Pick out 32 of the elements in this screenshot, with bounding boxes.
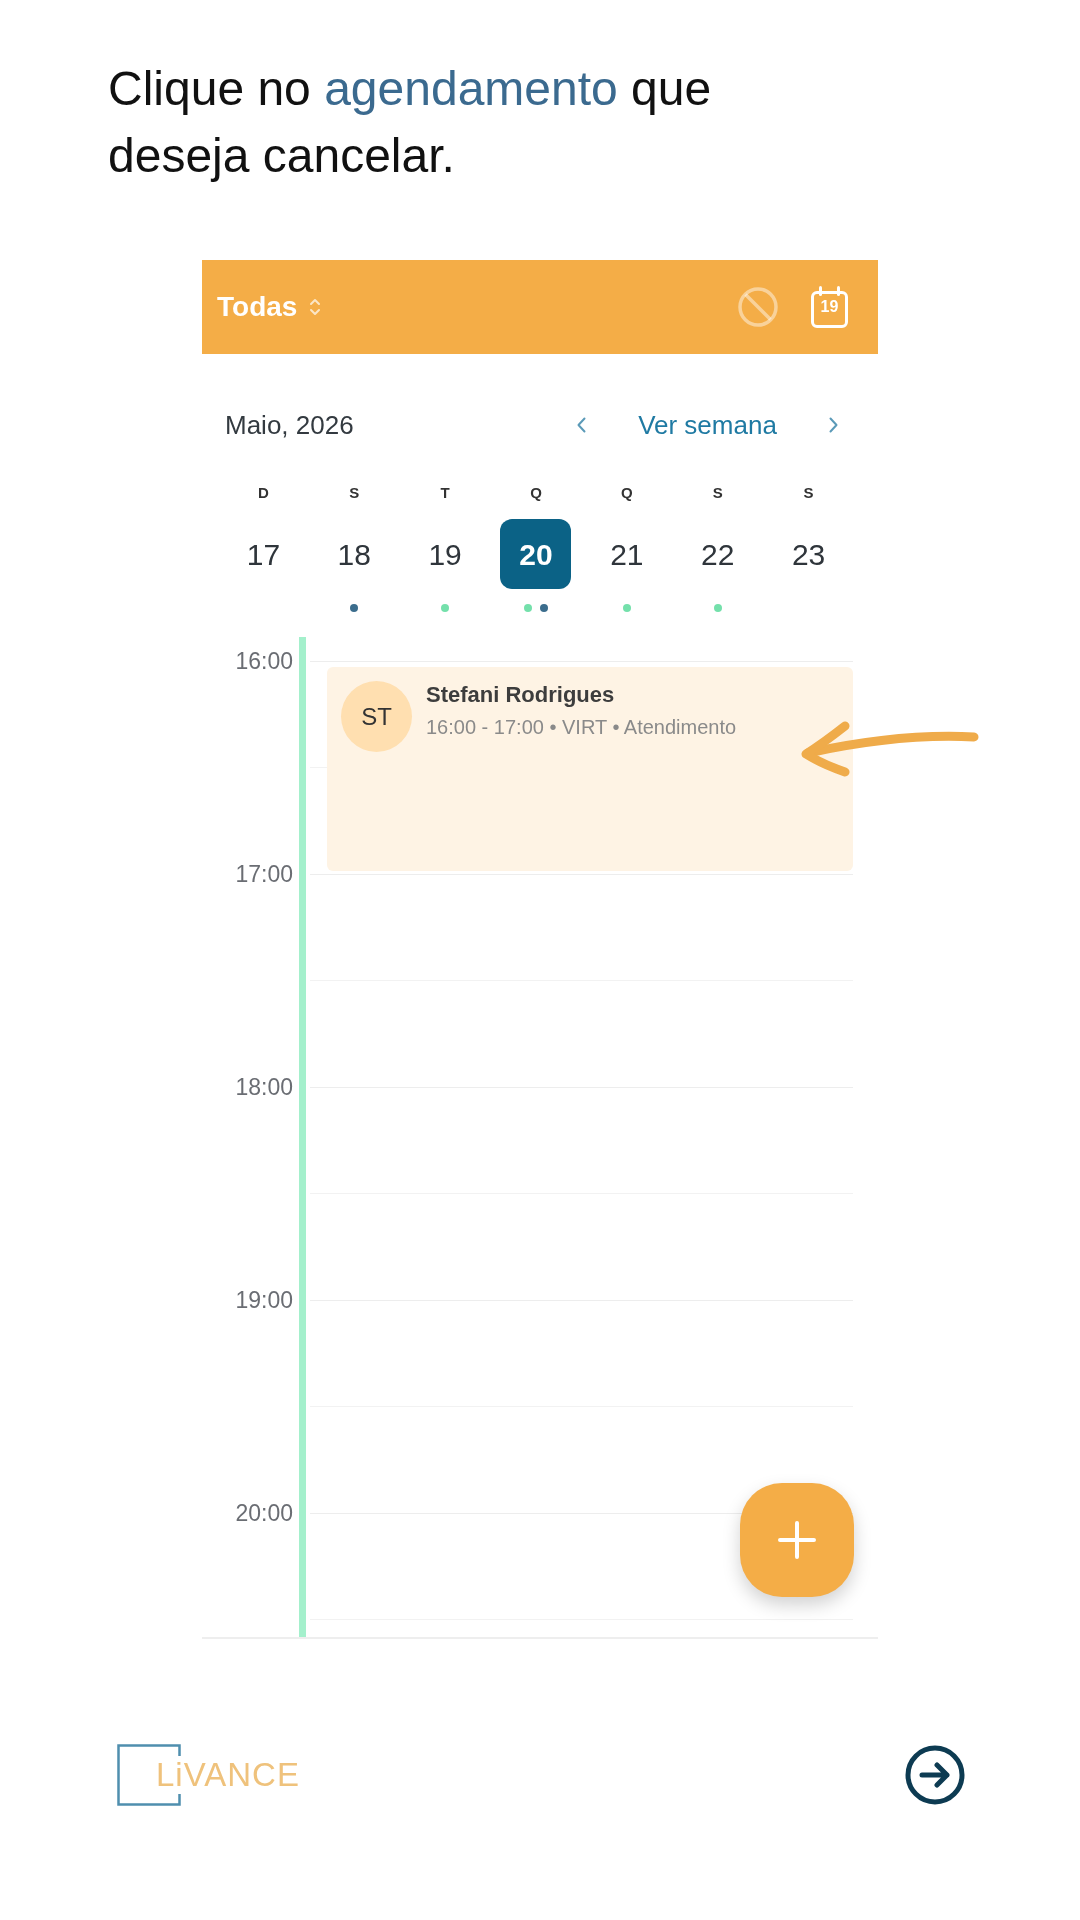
weekday-label: S	[712, 483, 723, 503]
hour-label: 17:00	[235, 862, 293, 886]
sort-icon	[309, 297, 322, 317]
weekday-label: D	[258, 483, 269, 503]
hour-label: 16:00	[235, 649, 293, 673]
instruction-text: Clique no agendamento que deseja cancelar.	[108, 61, 713, 184]
day-button[interactable]: 20	[500, 519, 572, 589]
avatar-initials: ST	[341, 681, 412, 752]
logo-text: LiVANCE	[156, 1755, 300, 1795]
day-button[interactable]: 19	[409, 519, 481, 589]
previous-chevron-icon[interactable]	[577, 417, 586, 433]
weekday-label: Q	[530, 483, 542, 503]
day-button[interactable]: 17	[227, 519, 299, 589]
weekday-label: T	[440, 483, 450, 503]
next-chevron-icon[interactable]	[829, 417, 838, 433]
view-week-link[interactable]: Ver semana	[638, 409, 777, 441]
hour-label: 20:00	[235, 1501, 293, 1525]
plus-icon	[778, 1521, 816, 1559]
appointment-card[interactable]: ST Stefani Rodrigues 16:00 - 17:00 • VIRT • Atendimento	[327, 667, 853, 871]
hour-label: 18:00	[235, 1075, 293, 1099]
month-label: Maio, 2026	[225, 409, 354, 441]
client-name: Stefani Rodrigues	[426, 681, 616, 709]
add-button[interactable]	[740, 1483, 854, 1597]
hour-label: 19:00	[235, 1288, 293, 1312]
day-button[interactable]: 21	[591, 519, 663, 589]
day-button[interactable]: 18	[318, 519, 390, 589]
weekday-label: S	[349, 483, 360, 503]
day-button[interactable]: 22	[682, 519, 754, 589]
weekday-label: Q	[621, 483, 633, 503]
day-button[interactable]: 23	[773, 519, 845, 589]
weekday-label: S	[803, 483, 814, 503]
appointment-details: 16:00 - 17:00 • VIRT • Atendimento	[426, 715, 737, 739]
